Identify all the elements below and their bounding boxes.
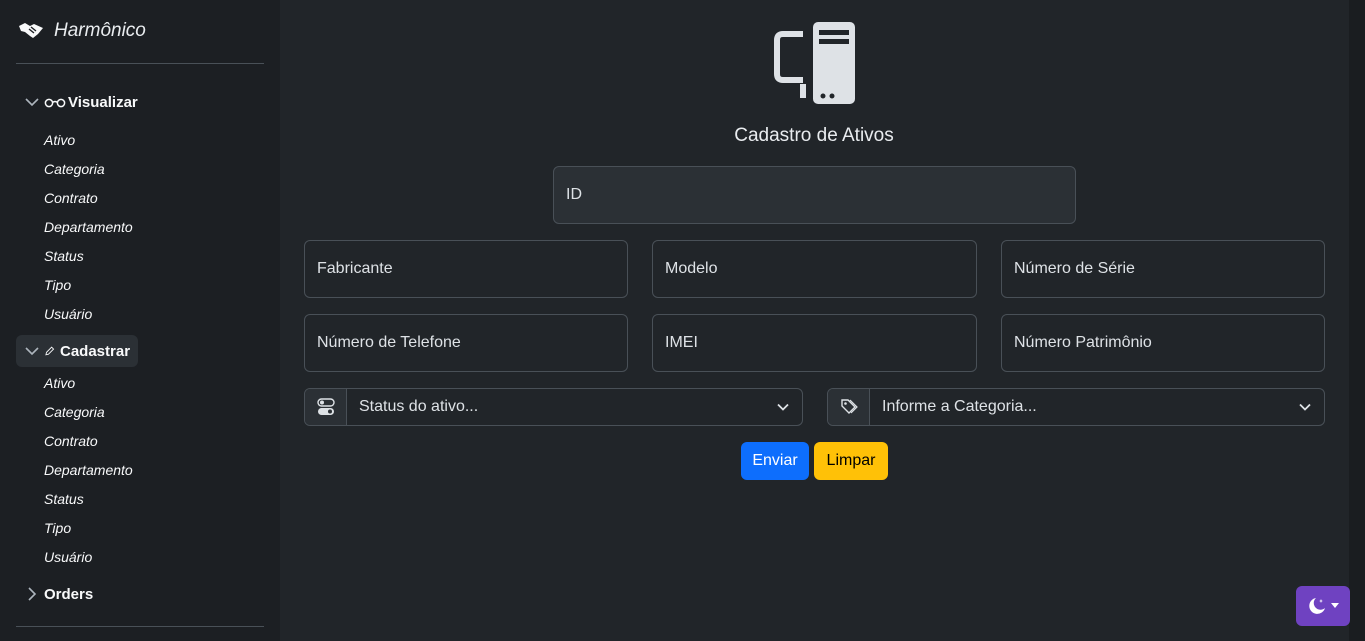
chevron-down-icon: [25, 98, 39, 107]
page-title: Cadastro de Ativos: [734, 125, 894, 146]
cadastrar-item-tipo[interactable]: Tipo: [44, 520, 71, 536]
section-orders-toggle[interactable]: Orders: [16, 578, 101, 610]
visualizar-item-categoria[interactable]: Categoria: [44, 161, 105, 177]
moon-stars-icon: [1309, 598, 1325, 614]
clear-button[interactable]: Limpar: [814, 442, 888, 480]
numero-telefone-field[interactable]: Número de Telefone: [304, 314, 628, 372]
section-visualizar-label: Visualizar: [68, 93, 138, 111]
cadastrar-item-status[interactable]: Status: [44, 491, 84, 507]
sidebar-divider-bottom: [16, 626, 264, 627]
submit-button[interactable]: Enviar: [741, 442, 809, 480]
fabricante-field[interactable]: Fabricante: [304, 240, 628, 298]
chevron-down-icon: [1299, 403, 1311, 411]
sidebar: Harmônico Visualizar Ativo Categoria Con…: [0, 0, 280, 641]
section-cadastrar-label: Cadastrar: [60, 342, 131, 360]
caret-down-icon: [1331, 603, 1339, 608]
sidebar-divider: [16, 63, 264, 64]
chevron-down-icon: [777, 403, 789, 411]
theme-toggle-button[interactable]: [1296, 586, 1350, 626]
id-field[interactable]: ID: [553, 166, 1076, 224]
cadastrar-item-categoria[interactable]: Categoria: [44, 404, 105, 420]
cadastrar-item-departamento[interactable]: Departamento: [44, 462, 133, 478]
visualizar-item-status[interactable]: Status: [44, 248, 84, 264]
glasses-icon: [44, 98, 66, 108]
numero-patrimonio-field[interactable]: Número Patrimônio: [1001, 314, 1325, 372]
status-select-group: Status do ativo...: [304, 388, 803, 426]
categoria-select[interactable]: Informe a Categoria...: [870, 389, 1324, 425]
page-edge: [1349, 0, 1365, 641]
cadastrar-item-contrato[interactable]: Contrato: [44, 433, 98, 449]
categoria-select-group: Informe a Categoria...: [827, 388, 1325, 426]
status-select[interactable]: Status do ativo...: [347, 389, 802, 425]
cadastrar-item-usuario[interactable]: Usuário: [44, 549, 92, 565]
tags-icon: [828, 389, 870, 425]
cadastrar-item-ativo[interactable]: Ativo: [44, 375, 75, 391]
visualizar-item-ativo[interactable]: Ativo: [44, 132, 75, 148]
numero-serie-field[interactable]: Número de Série: [1001, 240, 1325, 298]
visualizar-item-usuario[interactable]: Usuário: [44, 306, 92, 322]
visualizar-item-tipo[interactable]: Tipo: [44, 277, 71, 293]
imei-field[interactable]: IMEI: [652, 314, 977, 372]
pencil-icon: [45, 346, 55, 356]
handshake-icon: [18, 20, 44, 42]
section-cadastrar-toggle[interactable]: Cadastrar: [16, 335, 139, 367]
visualizar-item-departamento[interactable]: Departamento: [44, 219, 133, 235]
toggles-icon: [305, 389, 347, 425]
pc-display-icon: [774, 22, 855, 104]
categoria-select-value: Informe a Categoria...: [882, 398, 1037, 415]
brand-name: Harmônico: [54, 20, 146, 41]
modelo-field[interactable]: Modelo: [652, 240, 977, 298]
section-visualizar-toggle[interactable]: Visualizar: [16, 86, 146, 118]
brand-link[interactable]: Harmônico: [18, 20, 146, 42]
visualizar-item-contrato[interactable]: Contrato: [44, 190, 98, 206]
chevron-down-icon: [25, 347, 39, 356]
status-select-value: Status do ativo...: [359, 398, 479, 415]
chevron-right-icon: [28, 587, 37, 601]
section-orders-label: Orders: [44, 585, 94, 603]
